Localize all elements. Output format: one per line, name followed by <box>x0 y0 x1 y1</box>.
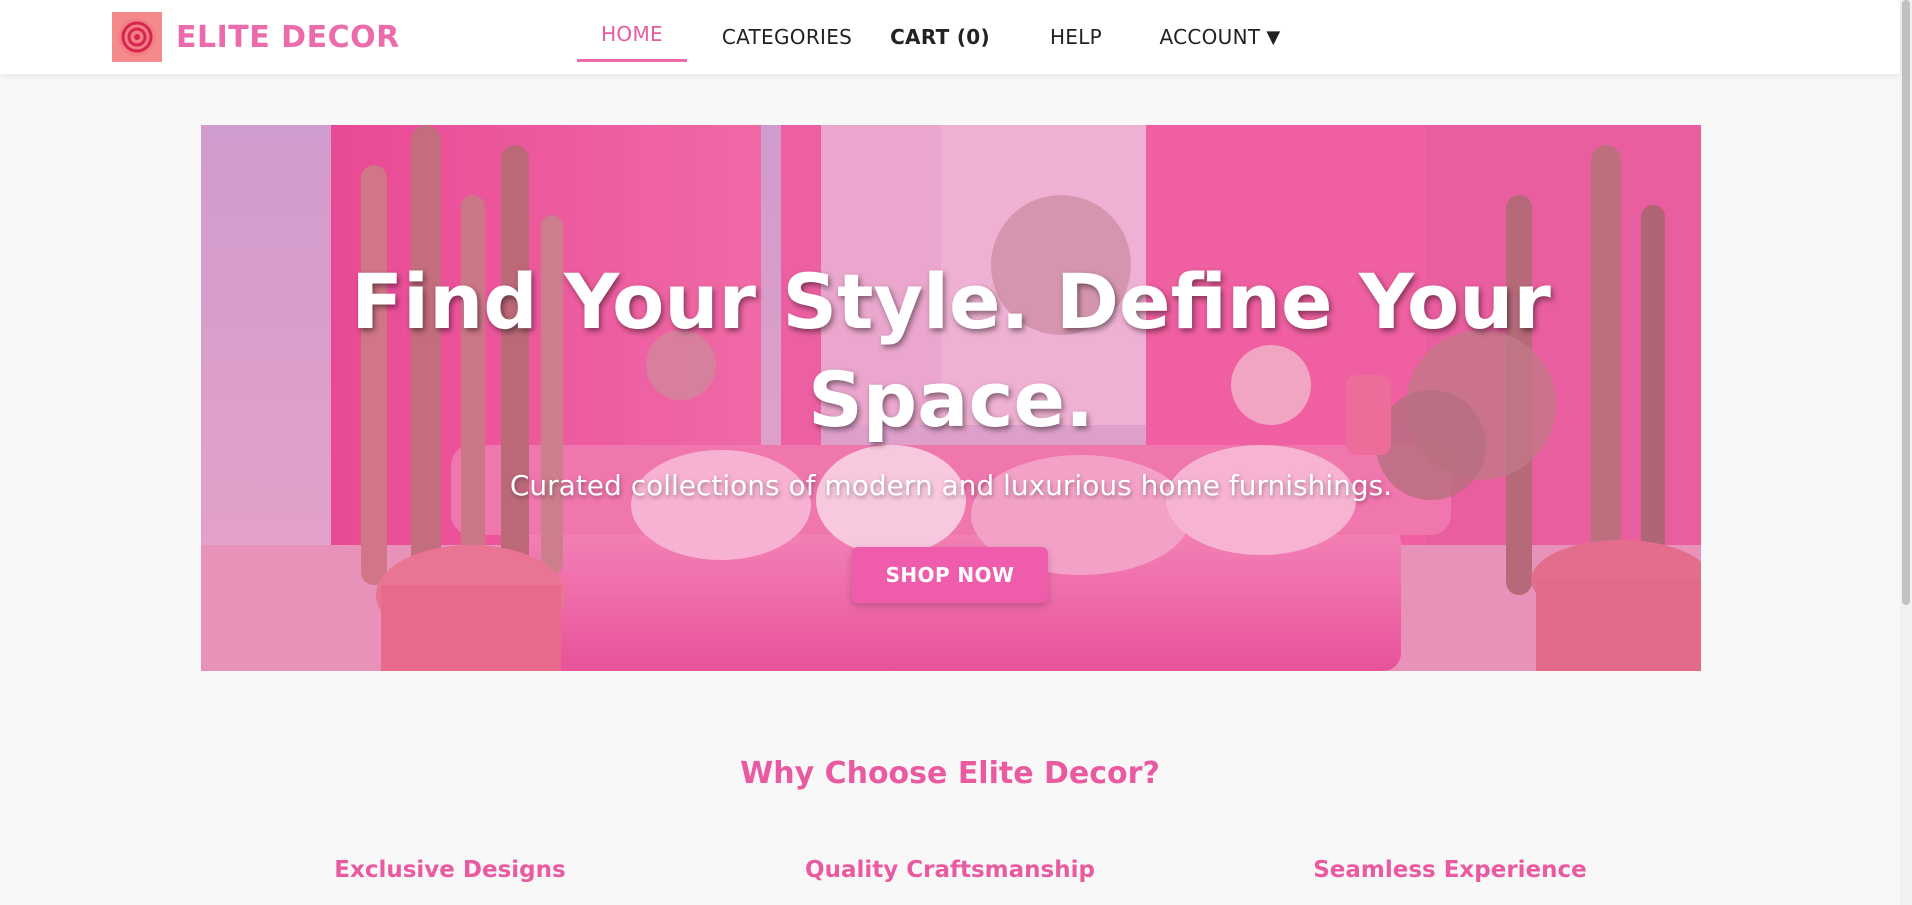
shop-now-button[interactable]: SHOP NOW <box>852 547 1048 603</box>
nav-account-label: ACCOUNT <box>1159 25 1261 49</box>
nav-home[interactable]: HOME <box>577 0 687 74</box>
main-nav: HOME CATEGORIES CART (0) HELP ACCOUNT ▼ <box>577 0 1295 74</box>
feature-title-seamless-experience: Seamless Experience <box>1313 857 1587 883</box>
nav-account[interactable]: ACCOUNT ▼ <box>1145 0 1295 74</box>
page-scrollbar[interactable] <box>1900 0 1912 905</box>
hero-title: Find Your Style. Define Your Space. <box>351 257 1551 444</box>
nav-cart[interactable]: CART (0) <box>890 0 990 74</box>
why-section-title: Why Choose Elite Decor? <box>740 756 1160 791</box>
hero-banner: Find Your Style. Define Your Space. Cura… <box>201 125 1701 671</box>
scrollbar-thumb[interactable] <box>1902 0 1910 605</box>
nav-categories[interactable]: CATEGORIES <box>687 0 887 74</box>
brand-logo[interactable]: ELITE DECOR <box>112 12 400 62</box>
hero-content: Find Your Style. Define Your Space. Cura… <box>201 125 1701 671</box>
brand-name: ELITE DECOR <box>176 19 400 55</box>
site-header: ELITE DECOR HOME CATEGORIES CART (0) HEL… <box>0 0 1900 74</box>
spiral-icon <box>112 12 162 62</box>
feature-title-exclusive-designs: Exclusive Designs <box>334 857 566 883</box>
hero-subtitle: Curated collections of modern and luxuri… <box>509 469 1393 502</box>
caret-down-icon: ▼ <box>1266 26 1281 48</box>
feature-title-quality-craftsmanship: Quality Craftsmanship <box>805 857 1095 883</box>
nav-help[interactable]: HELP <box>1011 0 1141 74</box>
